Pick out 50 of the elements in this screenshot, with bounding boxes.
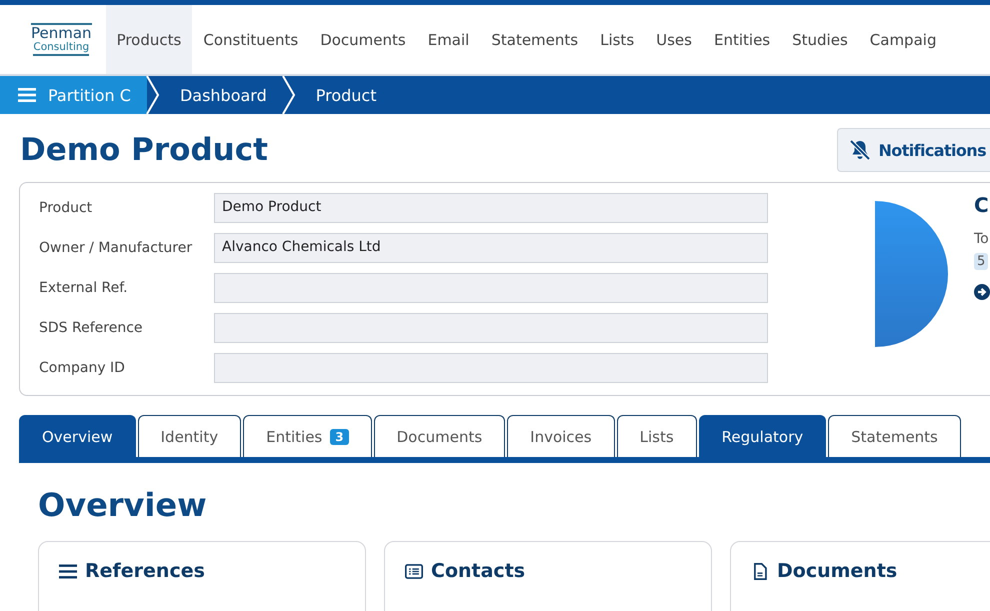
text-field[interactable]: Demo Product <box>214 193 768 223</box>
card-title: Documents <box>777 560 898 582</box>
field-label: Owner / Manufacturer <box>39 240 194 256</box>
text-field[interactable]: Alvanco Chemicals Ltd <box>214 233 768 263</box>
nav-link[interactable]: Studies <box>781 5 859 74</box>
company-logo[interactable]: Penman Consulting <box>31 5 92 74</box>
tab[interactable]: Identity <box>138 415 242 457</box>
menu-icon <box>59 562 77 580</box>
tab[interactable]: Overview <box>19 415 136 457</box>
list-icon <box>405 562 423 580</box>
nav-link[interactable]: Statements <box>480 5 590 74</box>
section-title: Overview <box>38 485 208 525</box>
tab[interactable]: Invoices <box>507 415 615 457</box>
text-field[interactable] <box>214 273 768 303</box>
tab[interactable]: Statements <box>828 415 961 457</box>
count-badge: 5 <box>974 253 988 270</box>
notifications-button[interactable]: Notifications <box>836 128 990 172</box>
nav-link[interactable]: Documents <box>309 5 417 74</box>
nav-link[interactable]: Campaig <box>858 5 948 74</box>
card-title: Contacts <box>431 560 526 582</box>
arrow-circle-icon[interactable] <box>974 284 990 300</box>
field-label: Product <box>39 200 94 216</box>
nav-link[interactable]: Products <box>106 5 192 74</box>
menu-icon <box>18 87 36 103</box>
nav-link[interactable]: Lists <box>589 5 646 74</box>
tab[interactable]: Entities 3 <box>243 415 372 457</box>
chevron-icon <box>282 76 296 114</box>
field-label: SDS Reference <box>39 320 144 336</box>
tab[interactable]: Lists <box>616 415 697 457</box>
text-field[interactable] <box>214 353 768 383</box>
card-title: References <box>85 560 205 582</box>
nav-link[interactable]: Entities <box>702 5 782 74</box>
field-label: External Ref. <box>39 280 129 296</box>
breadcrumb-link[interactable]: Product <box>296 76 392 114</box>
document-icon <box>751 562 769 580</box>
breadcrumb-link[interactable]: Partition C <box>0 76 147 114</box>
breadcrumb-link[interactable]: Dashboard <box>160 76 283 114</box>
tab[interactable]: Regulatory <box>698 415 826 457</box>
page-title: Demo Product <box>20 132 268 168</box>
count-badge: 3 <box>330 428 349 444</box>
nav-link[interactable]: Constituents <box>192 5 310 74</box>
nav-link[interactable]: Uses <box>645 5 703 74</box>
bell-off-icon <box>848 138 872 162</box>
panel-heading: C <box>974 193 989 217</box>
panel-label: To <box>974 231 989 247</box>
field-label: Company ID <box>39 360 126 376</box>
nav-link[interactable]: Email <box>416 5 480 74</box>
tab[interactable]: Documents <box>374 415 506 457</box>
chevron-icon <box>146 76 160 114</box>
text-field[interactable] <box>214 313 768 343</box>
